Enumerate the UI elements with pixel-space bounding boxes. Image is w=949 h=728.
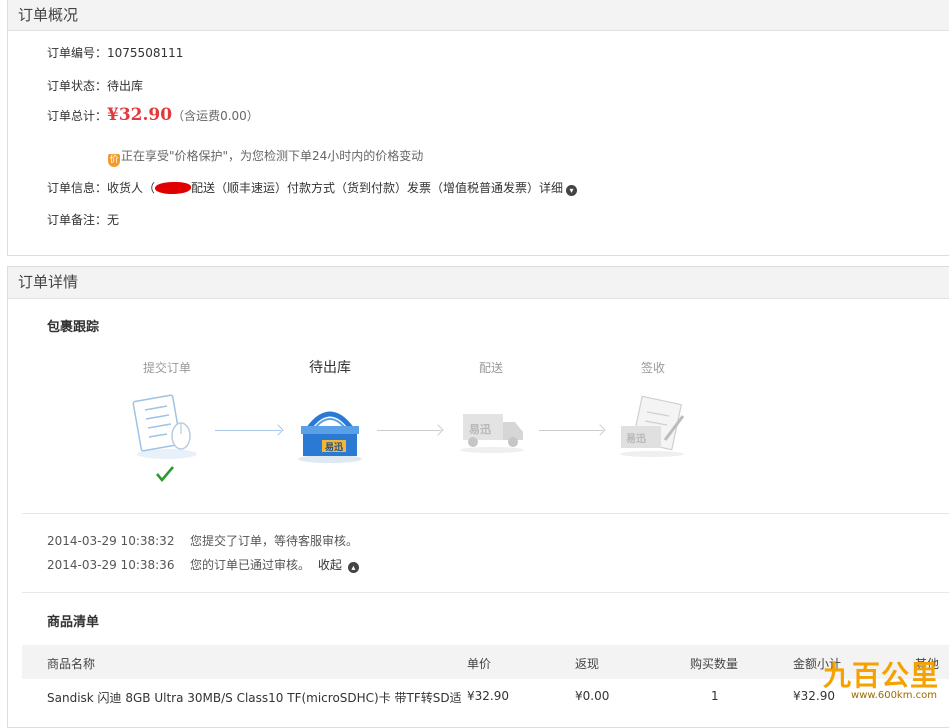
order-note-value: 无 <box>107 213 120 227</box>
step-label-delivery: 配送 <box>478 361 503 375</box>
svg-text:易迅: 易迅 <box>469 423 491 436</box>
goods-row-qty: 1 <box>711 689 719 703</box>
collapse-chevron-icon[interactable]: ▴ <box>347 562 359 573</box>
order-number-value: 1075508111 <box>107 46 184 60</box>
step-label-signed: 签收 <box>640 361 665 375</box>
price-protect-row: 价正在享受"价格保护"，为您检测下单24小时内的价格变动 <box>108 147 423 167</box>
tracking-log-item: 2014-03-29 10:38:32 您提交了订单，等待客服审核。 <box>47 532 358 549</box>
log-text: 您的订单已通过审核。 <box>190 558 311 572</box>
step-label-submit: 提交订单 <box>142 361 191 375</box>
step-arrow-2 <box>377 430 441 431</box>
svg-text:易迅: 易迅 <box>626 432 646 445</box>
step-arrow-3 <box>539 430 603 431</box>
order-detail-title: 订单详情 <box>8 267 949 299</box>
col-header-name: 商品名称 <box>47 657 96 671</box>
svg-text:易迅: 易迅 <box>325 441 343 453</box>
goods-row-name-link[interactable]: Sandisk 闪迪 8GB Ultra 30MB/S Class10 TF(m… <box>47 689 462 706</box>
order-total-row: 订单总计：¥32.90（含运费0.00） <box>47 105 259 125</box>
order-status-value: 待出库 <box>107 79 144 93</box>
order-status-label: 订单状态： <box>47 79 108 93</box>
order-number-label: 订单编号： <box>47 46 108 60</box>
package-box-icon: 易迅 <box>298 411 362 463</box>
order-number-row: 订单编号：1075508111 <box>47 44 183 61</box>
watermark-logo: 九百公里 <box>822 659 939 692</box>
order-shipping-fee: （含运费0.00） <box>172 109 259 123</box>
clipboard-mouse-icon <box>132 394 197 459</box>
delivery-truck-icon: 易迅 <box>460 414 524 453</box>
tracking-divider <box>22 513 949 514</box>
goods-list-title: 商品清单 <box>47 615 100 630</box>
goods-row-cashback: ¥0.00 <box>575 689 610 703</box>
order-info-row: 订单信息：收货人（ 配送（顺丰速运）付款方式（货到付款）发票（增值税普通发票）详细… <box>47 179 578 196</box>
col-header-qty: 购买数量 <box>690 657 739 671</box>
order-info-receiver: 收货人（ <box>107 181 156 195</box>
price-protect-icon: 价 <box>108 154 120 167</box>
order-total-price: ¥32.90 <box>107 105 173 125</box>
signed-document-icon: 易迅 <box>620 396 685 457</box>
log-time: 2014-03-29 10:38:36 <box>47 558 175 572</box>
order-info-details: 配送（顺丰速运）付款方式（货到付款）发票（增值税普通发票）详细 <box>191 181 564 195</box>
order-note-row: 订单备注：无 <box>47 211 119 228</box>
log-time: 2014-03-29 10:38:32 <box>47 534 175 548</box>
col-header-cashback: 返现 <box>575 657 600 671</box>
step-arrow-1 <box>215 430 281 431</box>
redacted-receiver-name <box>155 182 192 194</box>
step-label-pending: 待出库 <box>309 360 351 376</box>
goods-row-price: ¥32.90 <box>467 689 509 703</box>
tracking-title: 包裹跟踪 <box>47 320 100 335</box>
order-status-row: 订单状态：待出库 <box>47 77 143 94</box>
expand-details-chevron-icon[interactable]: ▾ <box>566 185 578 196</box>
tracking-log-item: 2014-03-29 10:38:36 您的订单已通过审核。 收起 ▴ <box>47 556 359 573</box>
order-overview-title: 订单概况 <box>8 0 949 31</box>
order-overview-panel: 订单概况 <box>7 0 949 256</box>
watermark-url: www.600km.com <box>851 690 937 701</box>
price-protect-text: 正在享受"价格保护"，为您检测下单24小时内的价格变动 <box>121 149 424 163</box>
col-header-price: 单价 <box>467 657 492 671</box>
order-info-label: 订单信息： <box>47 181 108 195</box>
goods-divider <box>22 592 949 593</box>
log-text: 您提交了订单，等待客服审核。 <box>190 534 359 548</box>
collapse-link[interactable]: 收起 <box>318 558 342 572</box>
order-note-label: 订单备注： <box>47 213 108 227</box>
check-icon <box>156 466 174 483</box>
order-total-label: 订单总计： <box>47 109 108 123</box>
